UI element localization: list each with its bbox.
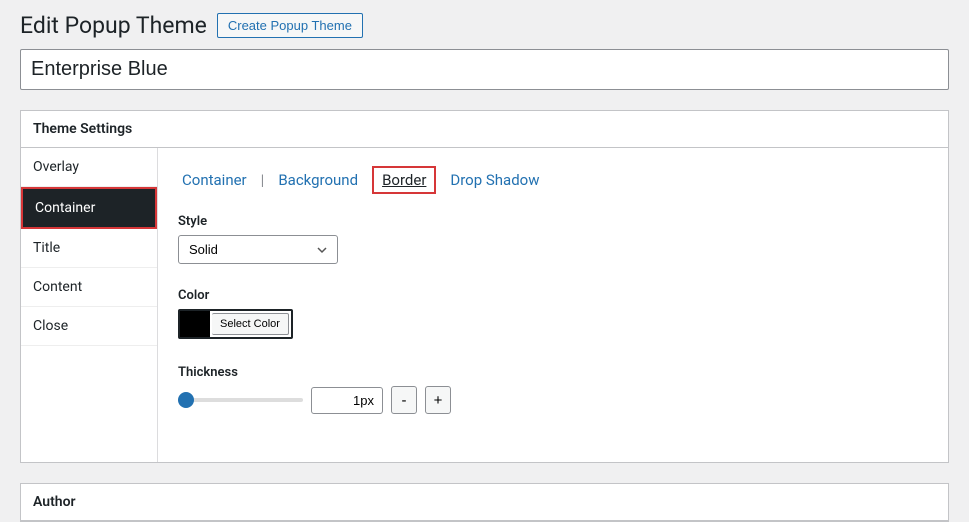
thickness-slider[interactable] [178, 391, 303, 409]
sidebar-item-overlay[interactable]: Overlay [21, 148, 157, 187]
border-style-select[interactable] [178, 235, 338, 264]
subtab-separator: | [261, 171, 265, 189]
settings-sidebar: Overlay Container Title Content Close [21, 148, 158, 462]
select-color-button[interactable]: Select Color [212, 313, 289, 335]
thickness-plus-button[interactable]: + [425, 386, 451, 414]
subtab-container[interactable]: Container [178, 169, 251, 191]
sidebar-item-title[interactable]: Title [21, 229, 157, 268]
subtab-background[interactable]: Background [274, 169, 362, 191]
thickness-label: Thickness [178, 365, 928, 380]
page-title: Edit Popup Theme [20, 12, 207, 39]
color-label: Color [178, 288, 928, 303]
style-label: Style [178, 214, 928, 229]
theme-settings-heading: Theme Settings [21, 111, 948, 148]
sidebar-item-close[interactable]: Close [21, 307, 157, 346]
subtab-border[interactable]: Border [372, 166, 436, 194]
sidebar-item-container[interactable]: Container [21, 187, 157, 229]
slider-track [178, 398, 303, 402]
theme-name-input[interactable] [20, 49, 949, 90]
author-panel: Author [20, 483, 949, 522]
sidebar-item-content[interactable]: Content [21, 268, 157, 307]
theme-settings-panel: Theme Settings Overlay Container Title C… [20, 110, 949, 463]
thickness-minus-button[interactable]: - [391, 386, 417, 414]
subtab-drop-shadow[interactable]: Drop Shadow [446, 169, 543, 191]
create-popup-theme-button[interactable]: Create Popup Theme [217, 13, 363, 38]
author-heading: Author [21, 484, 948, 521]
color-swatch[interactable] [180, 311, 210, 337]
slider-thumb[interactable] [178, 392, 194, 408]
thickness-input[interactable] [311, 387, 383, 414]
container-subtabs: Container | Background Border Drop Shado… [178, 166, 928, 194]
